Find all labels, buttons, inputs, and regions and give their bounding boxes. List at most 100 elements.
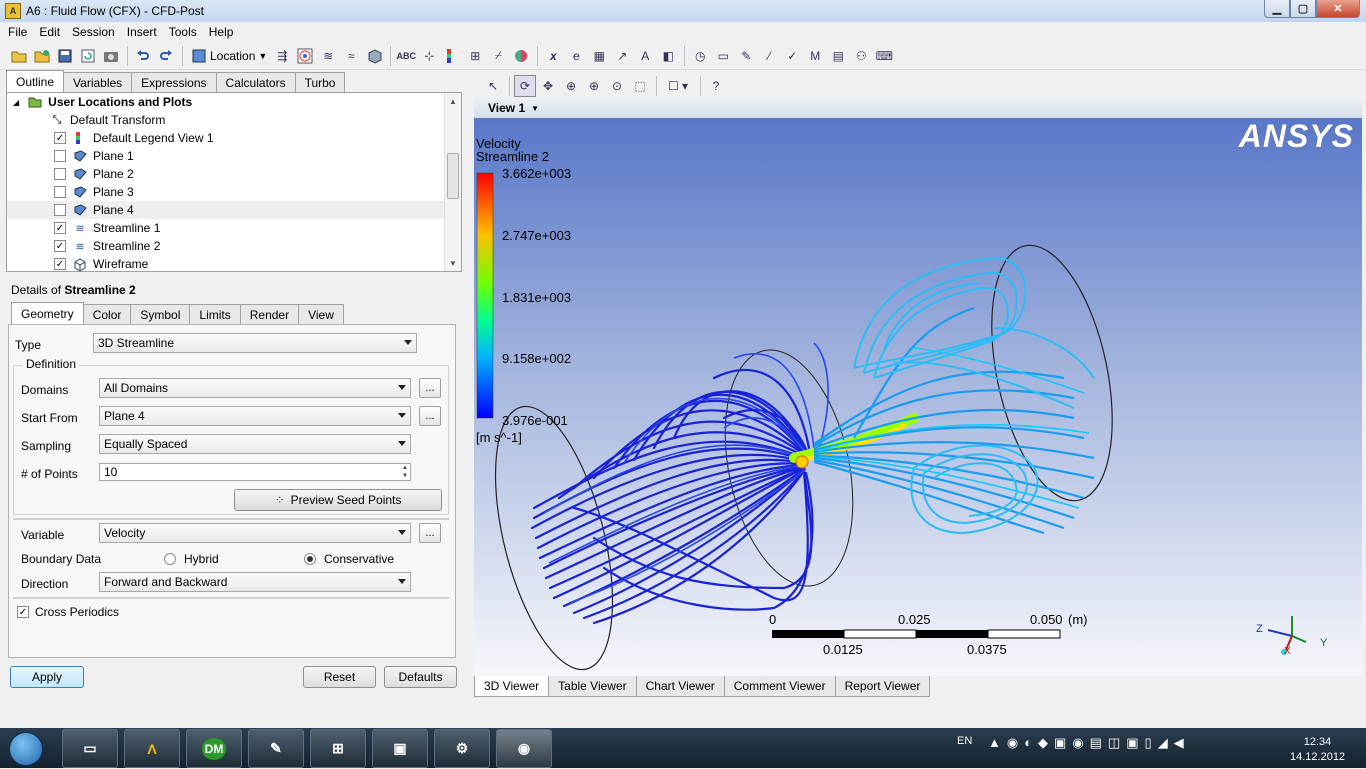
tab-geometry[interactable]: Geometry <box>11 302 84 324</box>
sampling-select[interactable]: Equally Spaced <box>99 434 411 454</box>
contour-icon[interactable] <box>294 45 316 67</box>
menu-session[interactable]: Session <box>66 25 121 39</box>
animation-icon[interactable]: ▭ <box>712 45 734 67</box>
zoom-fit-icon[interactable]: ⊙ <box>606 75 628 97</box>
tab-3d-viewer[interactable]: 3D Viewer <box>474 676 550 697</box>
spin-arrows-icon[interactable]: ▲ ▼ <box>402 464 408 480</box>
coordinate-frame-icon[interactable]: ⊹ <box>418 45 440 67</box>
clock[interactable]: 12:34 14.12.2012 <box>1290 735 1345 765</box>
tree-checkbox[interactable] <box>54 168 66 180</box>
tab-limits[interactable]: Limits <box>189 304 241 324</box>
tree-item-wireframe[interactable]: ✓ Wireframe <box>7 255 461 271</box>
open-state-icon[interactable] <box>8 45 30 67</box>
tree-item-plane-2[interactable]: Plane 2 <box>7 165 461 183</box>
tab-report-viewer[interactable]: Report Viewer <box>834 676 931 697</box>
variable-icon[interactable]: x <box>542 45 564 67</box>
collapse-icon[interactable]: ◢ <box>13 98 19 107</box>
tree-checkbox[interactable] <box>54 186 66 198</box>
tree-scrollbar[interactable]: ▲ ▼ <box>444 93 461 271</box>
select-icon[interactable]: ↖ <box>482 75 504 97</box>
quick-editor-icon[interactable]: ✎ <box>735 45 757 67</box>
tree-checkbox[interactable]: ✓ <box>54 132 66 144</box>
save-state-icon[interactable] <box>54 45 76 67</box>
tree-checkbox[interactable] <box>54 204 66 216</box>
text-icon[interactable]: ABC <box>395 45 417 67</box>
tab-comment-viewer[interactable]: Comment Viewer <box>723 676 836 697</box>
rotate-icon[interactable]: ⟳ <box>514 75 536 97</box>
preview-seed-points-button[interactable]: ⁘ Preview Seed Points <box>234 489 442 511</box>
load-results-icon[interactable] <box>31 45 53 67</box>
tree-item-user-locations[interactable]: ◢ User Locations and Plots <box>7 93 461 111</box>
variable-more-button[interactable]: ... <box>419 523 441 543</box>
type-select[interactable]: 3D Streamline <box>93 333 417 353</box>
instance-transform-icon[interactable]: ⊞ <box>464 45 486 67</box>
tab-outline[interactable]: Outline <box>6 70 65 92</box>
probe-icon[interactable]: ⁄ <box>758 45 780 67</box>
tab-chart-viewer[interactable]: Chart Viewer <box>635 676 725 697</box>
domains-select[interactable]: All Domains <box>99 378 411 398</box>
tab-variables[interactable]: Variables <box>63 72 133 92</box>
tab-view[interactable]: View <box>298 304 344 324</box>
tab-turbo[interactable]: Turbo <box>294 72 346 92</box>
maximize-button[interactable]: ▢ <box>1290 0 1316 18</box>
legend-icon[interactable] <box>441 45 463 67</box>
refresh-icon[interactable] <box>77 45 99 67</box>
3d-viewport[interactable]: Velocity Streamline 2 3.662e+003 2.747e+… <box>474 118 1362 676</box>
tree-item-plane-1[interactable]: Plane 1 <box>7 147 461 165</box>
language-indicator[interactable]: EN <box>957 735 972 747</box>
streamline-render[interactable] <box>474 118 1362 676</box>
scroll-thumb[interactable] <box>447 153 459 199</box>
fit-view-icon[interactable]: ⬚ <box>629 75 651 97</box>
menu-tools[interactable]: Tools <box>163 25 203 39</box>
tab-expressions[interactable]: Expressions <box>131 72 217 92</box>
taskbar-ansys[interactable]: Λ <box>124 729 180 768</box>
undo-icon[interactable] <box>132 45 154 67</box>
location-dropdown[interactable]: Location ▼ <box>187 45 271 67</box>
defaults-button[interactable]: Defaults <box>384 666 457 688</box>
tree-item-plane-4[interactable]: Plane 4 <box>7 201 461 219</box>
help-icon[interactable]: ? <box>705 75 727 97</box>
start-from-more-button[interactable]: ... <box>419 406 441 426</box>
menu-help[interactable]: Help <box>203 25 240 39</box>
start-button[interactable] <box>4 729 48 769</box>
tree-item-default-transform[interactable]: ⤡ Default Transform <box>7 111 461 129</box>
timestep-icon[interactable]: ◷ <box>689 45 711 67</box>
tree-checkbox[interactable] <box>54 150 66 162</box>
taskbar-cfd-post[interactable]: ◉ <box>496 729 552 768</box>
tree-item-default-legend-view[interactable]: ✓ Default Legend View 1 <box>7 129 461 147</box>
volume-render-icon[interactable] <box>363 45 385 67</box>
tree-checkbox[interactable]: ✓ <box>54 258 66 270</box>
tab-symbol[interactable]: Symbol <box>130 304 191 324</box>
tree-checkbox[interactable]: ✓ <box>54 240 66 252</box>
menu-insert[interactable]: Insert <box>121 25 163 39</box>
zoom-icon[interactable]: ⊕ <box>560 75 582 97</box>
apply-button[interactable]: Apply <box>10 666 84 688</box>
menu-file[interactable]: File <box>2 25 33 39</box>
points-input[interactable]: 10 ▲ ▼ <box>99 463 411 481</box>
direction-select[interactable]: Forward and Backward <box>99 572 411 592</box>
scroll-up-icon[interactable]: ▲ <box>445 93 461 109</box>
taskbar-app-6[interactable]: ▣ <box>372 729 428 768</box>
tree-checkbox[interactable]: ✓ <box>54 222 66 234</box>
zoom-box-icon[interactable]: ⊕ <box>583 75 605 97</box>
table-icon[interactable]: ▦ <box>588 45 610 67</box>
minimize-button[interactable]: ▁ <box>1264 0 1290 18</box>
taskbar-app-7[interactable]: ⚙ <box>434 729 490 768</box>
tab-table-viewer[interactable]: Table Viewer <box>548 676 637 697</box>
comment-icon[interactable]: A <box>634 45 656 67</box>
tree-item-streamline-2[interactable]: ✓ ≋ Streamline 2 <box>7 237 461 255</box>
tab-color[interactable]: Color <box>82 304 132 324</box>
conservative-radio[interactable]: Conservative <box>304 552 394 566</box>
taskbar-designmodeler[interactable]: DM <box>186 729 242 768</box>
chart-icon[interactable]: ↗ <box>611 45 633 67</box>
domains-more-button[interactable]: ... <box>419 378 441 398</box>
viewport-layout-icon[interactable]: ☐ ▾ <box>661 75 695 97</box>
command-editor-icon[interactable]: ⌨ <box>873 45 895 67</box>
color-map-icon[interactable] <box>510 45 532 67</box>
particle-track-icon[interactable]: ≈ <box>340 45 362 67</box>
taskbar-app-5[interactable]: ⊞ <box>310 729 366 768</box>
redo-icon[interactable] <box>155 45 177 67</box>
clip-plane-icon[interactable]: ⌿ <box>487 45 509 67</box>
tree-item-streamline-1[interactable]: ✓ ≋ Streamline 1 <box>7 219 461 237</box>
vector-icon[interactable]: ⇶ <box>271 45 293 67</box>
